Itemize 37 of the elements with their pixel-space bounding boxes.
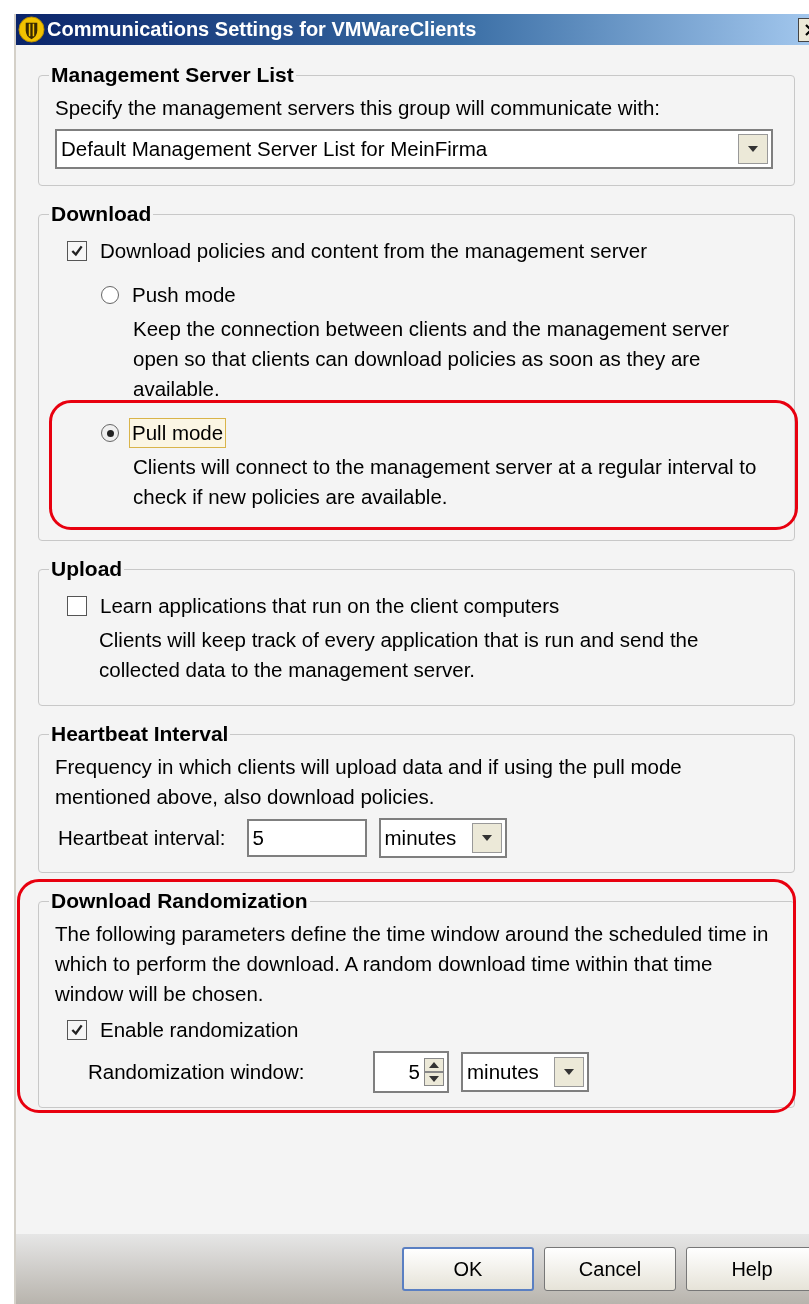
radio-button[interactable] — [101, 424, 119, 442]
checkbox[interactable] — [67, 1020, 87, 1040]
description-text: Clients will connect to the management server at a regular interval to check if new policies are available. — [133, 454, 758, 510]
field-label: Randomization window: — [87, 1059, 306, 1085]
unit-dropdown[interactable]: minutes — [378, 818, 507, 858]
description-text: The following parameters define the time window around the scheduled time in which to perform the download. A random download time within that time window will be chosen. — [55, 921, 770, 1007]
group-title: Download — [50, 202, 153, 226]
group-title: Download Randomization — [50, 889, 309, 913]
shield-logo-icon — [18, 16, 45, 43]
spinner-field[interactable]: 5 — [373, 1051, 449, 1093]
radio-label[interactable]: Push mode — [129, 280, 239, 310]
caret-icon — [747, 145, 759, 153]
radio-button[interactable] — [101, 286, 119, 304]
radio-label[interactable]: Pull mode — [129, 418, 227, 448]
spin-arrows-icon — [424, 1058, 444, 1086]
description-text: Clients will keep track of every application that is run and send the collected data to the management server. — [99, 627, 700, 683]
dialog-button[interactable]: Cancel — [544, 1247, 676, 1291]
description-text: Frequency in which clients will upload data and if using the pull mode mentioned above, also download policies. — [55, 754, 683, 810]
group-title: Management Server List — [50, 63, 295, 87]
description-text: Keep the connection between clients and the management server open so that clients can download policies as soon as they are available. — [133, 316, 731, 402]
dialog-button[interactable]: Help — [686, 1247, 809, 1291]
checkbox-label[interactable]: Download policies and content from the management server — [97, 236, 650, 266]
checkbox-label[interactable]: Enable randomization — [97, 1015, 302, 1045]
checkbox[interactable] — [67, 241, 87, 261]
checkbox-label[interactable]: Learn applications that run on the client computers — [97, 591, 563, 621]
interval-field[interactable]: 5 — [246, 819, 367, 857]
description-text: Specify the management servers this group will communicate with: — [55, 95, 661, 121]
field-label: Heartbeat interval: — [57, 825, 227, 851]
checkbox[interactable] — [67, 596, 87, 616]
group-title: Upload — [50, 557, 124, 581]
window-title: Communications Settings for VMWareClients — [47, 18, 478, 41]
dialog-button[interactable]: OK — [402, 1247, 534, 1291]
caret-icon — [480, 834, 493, 842]
group-title: Heartbeat Interval — [50, 722, 230, 746]
unit-dropdown[interactable]: minutes — [461, 1052, 589, 1092]
server-list-dropdown[interactable]: Default Management Server List for MeinFirma — [55, 129, 773, 169]
caret-icon — [563, 1068, 575, 1076]
